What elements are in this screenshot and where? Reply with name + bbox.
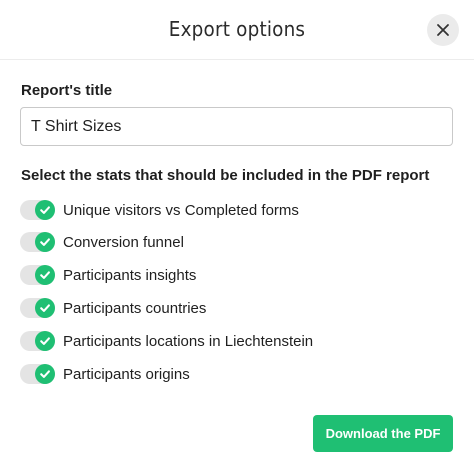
close-button[interactable]: [427, 14, 459, 46]
stat-row-conversion-funnel: Conversion funnel: [20, 230, 184, 254]
check-icon: [35, 298, 55, 318]
stat-row-participants-origins: Participants origins: [20, 362, 190, 386]
toggle-participants-origins[interactable]: [20, 364, 55, 384]
stat-label: Participants countries: [63, 299, 207, 317]
stat-label: Conversion funnel: [63, 233, 184, 251]
close-icon: [437, 24, 449, 36]
stat-label: Unique visitors vs Completed forms: [63, 201, 299, 219]
stat-label: Participants locations in Liechtenstein: [63, 332, 314, 350]
report-title-input[interactable]: [20, 107, 453, 146]
stat-row-participants-locations: Participants locations in Liechtenstein: [20, 329, 313, 353]
toggle-conversion-funnel[interactable]: [20, 232, 55, 252]
check-icon: [35, 331, 55, 351]
check-icon: [35, 200, 55, 220]
stats-section-label: Select the stats that should be included…: [21, 167, 430, 184]
check-icon: [35, 364, 55, 384]
dialog-title: Export options: [168, 17, 306, 41]
stat-row-unique-visitors: Unique visitors vs Completed forms: [20, 198, 299, 222]
toggle-unique-visitors[interactable]: [20, 200, 55, 220]
stat-label: Participants origins: [63, 365, 190, 383]
export-options-dialog: Export options Report's title Select the…: [0, 0, 474, 470]
report-title-label: Report's title: [21, 82, 113, 99]
toggle-participants-locations[interactable]: [20, 331, 55, 351]
stat-label: Participants insights: [63, 266, 197, 284]
toggle-participants-countries[interactable]: [20, 298, 55, 318]
stat-row-participants-insights: Participants insights: [20, 263, 196, 287]
check-icon: [35, 265, 55, 285]
stat-row-participants-countries: Participants countries: [20, 296, 206, 320]
dialog-header: Export options: [0, 0, 474, 60]
download-pdf-button[interactable]: Download the PDF: [313, 415, 453, 452]
check-icon: [35, 232, 55, 252]
toggle-participants-insights[interactable]: [20, 265, 55, 285]
